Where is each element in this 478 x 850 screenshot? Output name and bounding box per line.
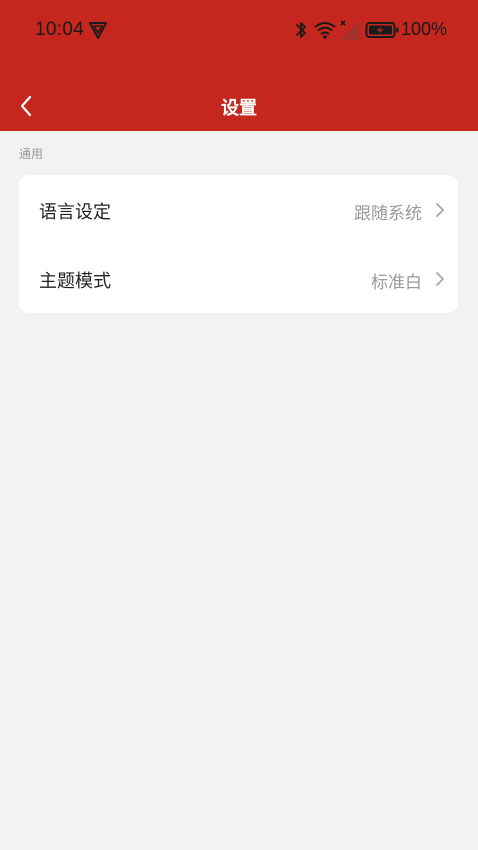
setting-value: 标准白: [371, 273, 422, 293]
status-time: 10:04: [35, 19, 85, 40]
nav-bar: 设置: [0, 80, 478, 131]
signal-icon: [340, 20, 359, 40]
section-label: 通用: [19, 147, 44, 161]
setting-label: 语言设定: [39, 202, 111, 223]
app-header: 10:04 100% 设置: [0, 0, 478, 131]
battery-percentage: 100%: [401, 19, 448, 39]
setting-value: 跟随系统: [354, 204, 422, 224]
settings-card: 语言设定 跟随系统 主题模式 标准白: [19, 175, 458, 313]
bluetooth-icon: [296, 22, 306, 38]
vpn-icon: [89, 22, 107, 39]
battery-icon: [365, 22, 399, 38]
chevron-right-icon: [436, 272, 444, 286]
chevron-right-icon: [436, 203, 444, 217]
page-title: 设置: [221, 98, 257, 119]
setting-row-language[interactable]: 语言设定 跟随系统: [19, 175, 458, 244]
status-bar: 10:04 100%: [0, 0, 478, 60]
setting-label: 主题模式: [39, 271, 111, 292]
setting-row-theme[interactable]: 主题模式 标准白: [19, 244, 458, 313]
wifi-icon: [314, 22, 336, 39]
